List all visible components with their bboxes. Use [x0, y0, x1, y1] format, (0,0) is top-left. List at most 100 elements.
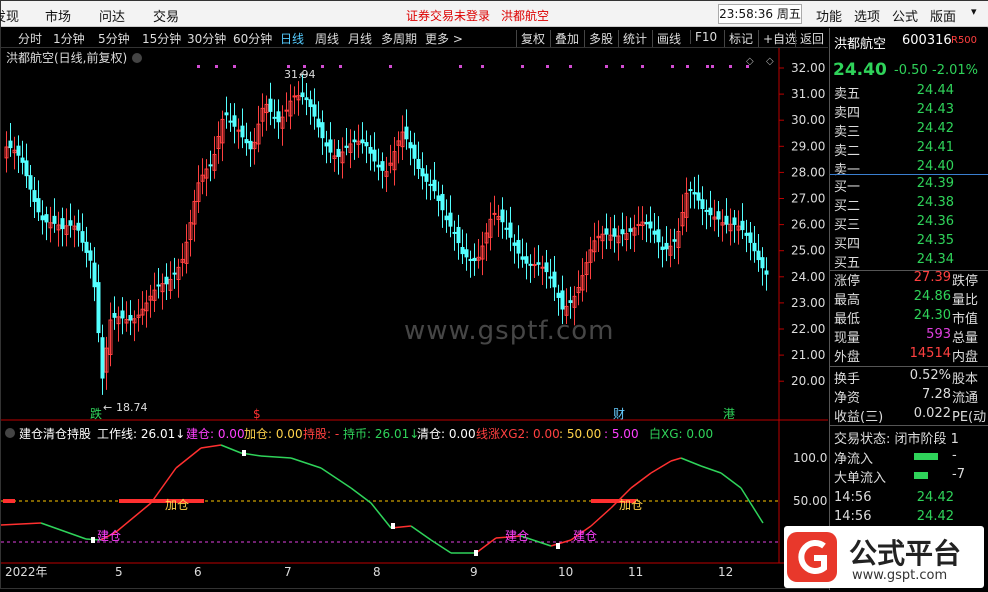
candle-body: [164, 276, 169, 285]
bid-row-value: 24.38: [916, 195, 954, 210]
adjust-button[interactable]: 复权: [516, 30, 545, 47]
candle-body: [272, 116, 277, 119]
ask-row-value: 24.42: [916, 121, 954, 136]
last-price: 24.40: [833, 60, 887, 80]
fund-row[interactable]: 净资 7.28 流通: [830, 387, 988, 406]
stat-row[interactable]: 现量 593 总量: [830, 327, 988, 346]
price-change: -0.50: [894, 63, 928, 78]
fund-row[interactable]: 收益(三) 0.022 PE(动: [830, 406, 988, 425]
tab-5min[interactable]: 5分钟: [98, 30, 130, 47]
flow-row[interactable]: 净流入 -: [830, 448, 988, 467]
candle-body: [312, 104, 317, 117]
fund-row-label: 净资: [834, 391, 861, 406]
menu-wenda[interactable]: 问达: [99, 6, 125, 25]
candle-body: [324, 142, 329, 147]
signal-dot: [233, 65, 236, 68]
multi-stock-button[interactable]: 多股: [584, 30, 613, 47]
bid-row-label: 买四: [834, 237, 861, 252]
current-stock-name[interactable]: 洪都航空: [501, 7, 549, 24]
price-tick-label: 24.00: [791, 270, 825, 284]
flow-row-label: 大单流入: [834, 471, 887, 486]
bid-row[interactable]: 买一 24.39: [830, 176, 988, 195]
work-line-segment: [260, 455, 292, 459]
stat-row[interactable]: 最低 24.30 市值: [830, 308, 988, 327]
draw-line-button[interactable]: 画线: [652, 30, 681, 47]
indicator-settings-icon[interactable]: [5, 428, 15, 438]
candle-body: [364, 142, 369, 147]
dropdown-arrow-icon[interactable]: ▾: [971, 5, 977, 18]
candle-body: [724, 215, 729, 225]
bid-row[interactable]: 买四 24.35: [830, 233, 988, 252]
ask-row[interactable]: 卖五 24.44: [830, 83, 988, 102]
menu-discover[interactable]: 发现: [0, 6, 19, 25]
signal-label: 加仓: [165, 498, 189, 512]
signal-dot: [389, 65, 392, 68]
clock-display: 23:58:36 周五: [718, 4, 802, 24]
signal-marker: [391, 523, 395, 529]
bid-row[interactable]: 买三 24.36: [830, 214, 988, 233]
chart-title: 洪都航空(日线,前复权): [6, 50, 127, 65]
indicator-y-axis: 100.0 50.00: [793, 451, 827, 508]
candle-body: [412, 144, 417, 159]
bid-row[interactable]: 买二 24.38: [830, 195, 988, 214]
candle-body: [232, 115, 237, 127]
tab-15min[interactable]: 15分钟: [142, 30, 181, 47]
ask-row[interactable]: 卖四 24.43: [830, 102, 988, 121]
candle-body: [300, 92, 305, 98]
menu-layout[interactable]: 版面: [930, 6, 956, 25]
stats-button[interactable]: 统计: [618, 30, 647, 47]
chart-area[interactable]: 洪都航空(日线,前复权) 32.00 31.00 30.00 29.00 28.00 27…: [0, 48, 828, 588]
bid-row[interactable]: 买五 24.34: [830, 252, 988, 271]
tab-multi-period[interactable]: 多周期: [381, 30, 417, 47]
tab-monthly[interactable]: 月线: [348, 30, 372, 47]
menu-trade[interactable]: 交易: [153, 6, 179, 25]
flow-row[interactable]: 大单流入 -7: [830, 467, 988, 486]
high-arrow-icon: ←: [299, 68, 308, 81]
candle-body: [120, 310, 125, 319]
tab-more[interactable]: 更多 >: [425, 30, 463, 47]
candle-body: [208, 164, 213, 167]
tab-weekly[interactable]: 周线: [315, 30, 339, 47]
mark-button[interactable]: 标记: [724, 30, 753, 47]
back-button[interactable]: 返回: [795, 30, 824, 47]
overlay-button[interactable]: 叠加: [550, 30, 579, 47]
stat-row-label: 涨停: [834, 274, 861, 289]
work-line-segment: [680, 457, 702, 467]
f10-button[interactable]: F10: [690, 30, 717, 44]
stat-row[interactable]: 涨停 27.39 跌停: [830, 270, 988, 289]
menu-function[interactable]: 功能: [816, 6, 842, 25]
ask-row[interactable]: 卖三 24.42: [830, 121, 988, 140]
menu-market[interactable]: 市场: [45, 6, 71, 25]
ask-row[interactable]: 卖二 24.41: [830, 140, 988, 159]
signal-marker: [242, 450, 246, 456]
x-tick-label: 12: [718, 565, 733, 579]
indicator-legend: 工作线: 26.01↓ 建仓: 0.00 加仓: 0.00 持股: - 持币: 26.0…: [97, 426, 713, 441]
bid-row-label: 买三: [834, 218, 861, 233]
candle-body: [708, 207, 713, 216]
candle-body: [672, 239, 677, 242]
tab-daily[interactable]: 日线: [280, 30, 304, 47]
tab-timeshare[interactable]: 分时: [18, 30, 42, 47]
tab-1min[interactable]: 1分钟: [53, 30, 85, 47]
fund-row[interactable]: 换手 0.52% 股本: [830, 368, 988, 387]
brand-name: 公式平台: [849, 537, 962, 570]
stat-row[interactable]: 最高 24.86 量比: [830, 289, 988, 308]
tick-row[interactable]: 14:56 24.42: [830, 490, 988, 509]
tab-60min[interactable]: 60分钟: [233, 30, 272, 47]
menu-formula[interactable]: 公式: [892, 6, 918, 25]
signal-dot: [569, 65, 572, 68]
tab-30min[interactable]: 30分钟: [187, 30, 226, 47]
candle-body: [284, 109, 289, 112]
work-line-segment: [590, 507, 612, 527]
chart-settings-icon[interactable]: [132, 53, 142, 63]
price-tick-label: 26.00: [791, 218, 825, 232]
work-line-segment: [0, 522, 42, 526]
add-watchlist-button[interactable]: +自选: [758, 30, 797, 47]
candle-body: [444, 215, 449, 221]
menu-options[interactable]: 选项: [854, 6, 880, 25]
stat-row[interactable]: 外盘 14514 内盘: [830, 346, 988, 365]
candle-body: [316, 118, 321, 128]
login-warning[interactable]: 证券交易未登录: [406, 7, 490, 24]
candle-body: [700, 199, 705, 210]
indicator-legend-item: 白XG: 0.00: [649, 426, 713, 441]
